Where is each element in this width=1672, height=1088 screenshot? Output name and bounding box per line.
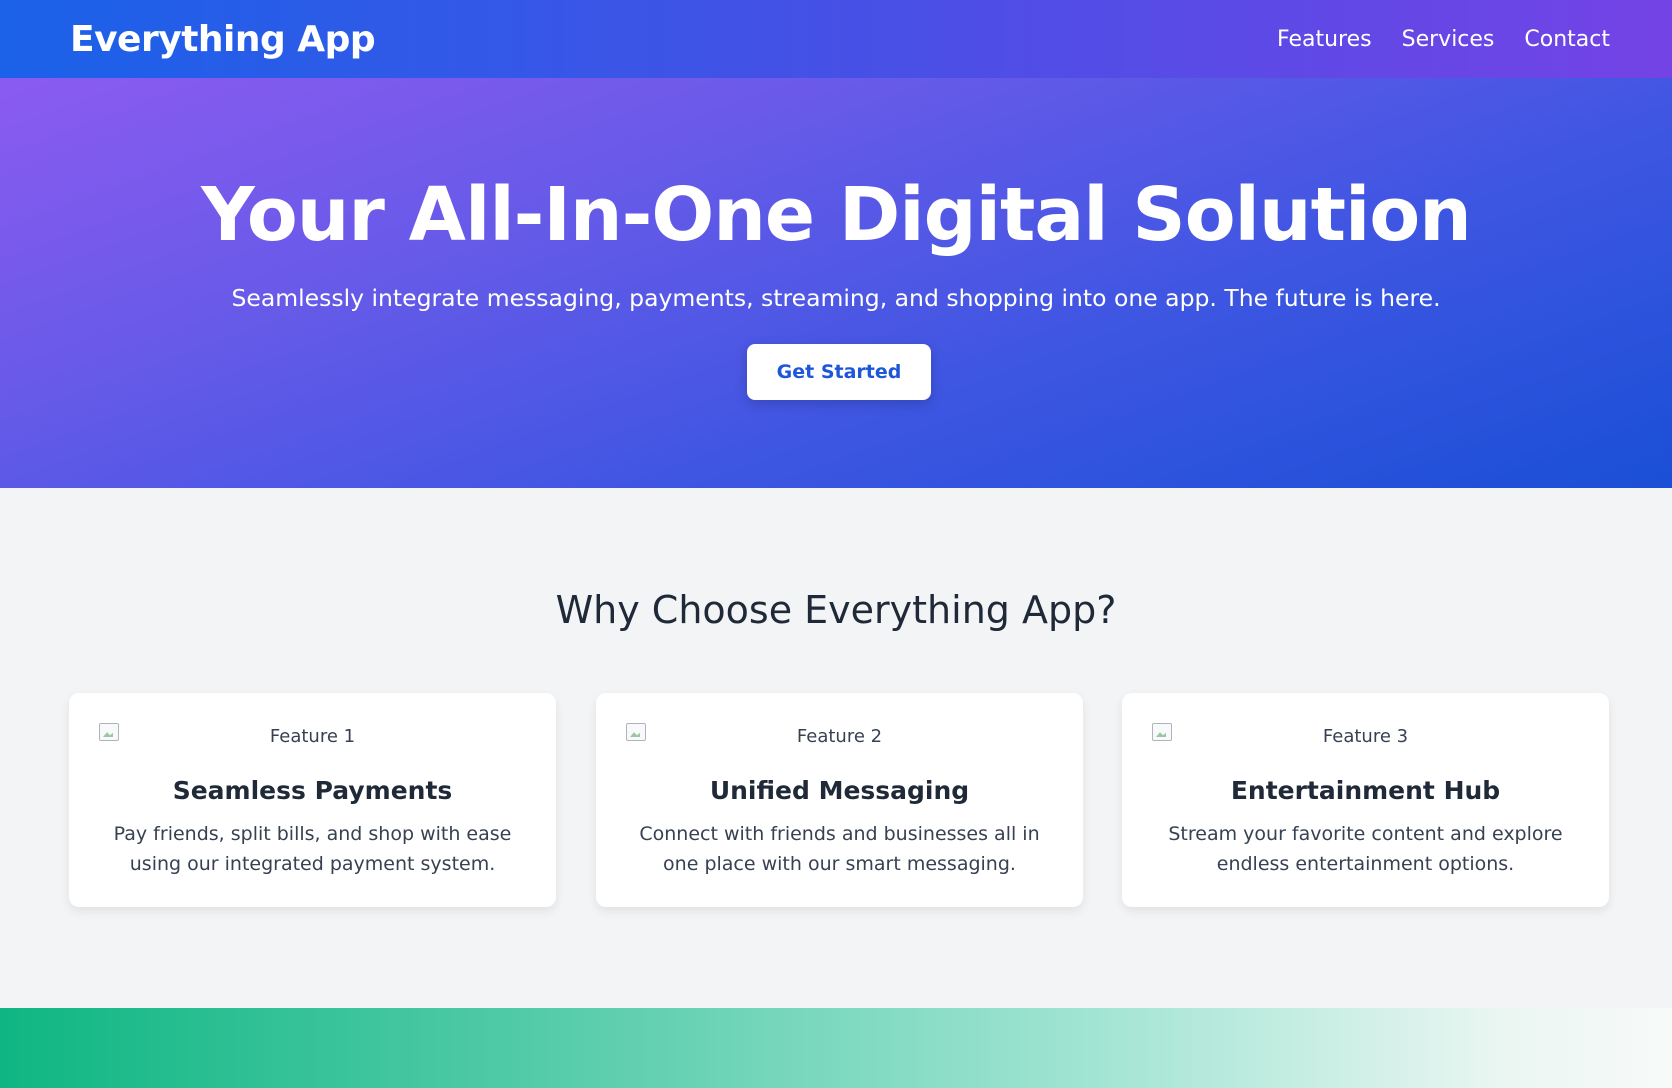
nav-link-contact[interactable]: Contact <box>1524 27 1610 52</box>
nav-links: Features Services Contact <box>1277 27 1610 52</box>
feature-image-alt: Feature 3 <box>1322 725 1409 747</box>
feature-description: Stream your favorite content and explore… <box>1168 823 1563 875</box>
feature-image-alt: Feature 1 <box>269 725 356 747</box>
feature-title: Seamless Payments <box>172 776 453 805</box>
nav-link-services[interactable]: Services <box>1402 27 1495 52</box>
nav-link-features[interactable]: Features <box>1277 27 1372 52</box>
features-title: Why Choose Everything App? <box>555 588 1117 632</box>
feature-image: Feature 3 <box>1152 723 1579 749</box>
broken-image-icon <box>626 723 646 741</box>
brand-logo[interactable]: Everything App <box>70 19 376 60</box>
hero-section: Your All-In-One Digital Solution Seamles… <box>0 78 1672 488</box>
navbar: Everything App Features Services Contact <box>0 0 1672 78</box>
feature-title: Entertainment Hub <box>1230 776 1501 805</box>
hero-subtitle: Seamlessly integrate messaging, payments… <box>231 284 1441 312</box>
feature-title: Unified Messaging <box>709 776 970 805</box>
footer-band <box>0 1008 1672 1088</box>
feature-description: Pay friends, split bills, and shop with … <box>113 823 512 875</box>
feature-description: Connect with friends and businesses all … <box>639 823 1040 875</box>
hero-title: Your All-In-One Digital Solution <box>201 172 1472 258</box>
feature-image: Feature 2 <box>626 723 1053 749</box>
feature-image: Feature 1 <box>99 723 526 749</box>
feature-card-messaging: Feature 2 Unified Messaging Connect with… <box>596 693 1083 907</box>
feature-card-entertainment: Feature 3 Entertainment Hub Stream your … <box>1122 693 1609 907</box>
broken-image-icon <box>1152 723 1172 741</box>
get-started-button[interactable]: Get Started <box>747 344 931 400</box>
feature-image-alt: Feature 2 <box>796 725 883 747</box>
broken-image-icon <box>99 723 119 741</box>
feature-card-payments: Feature 1 Seamless Payments Pay friends,… <box>69 693 556 907</box>
